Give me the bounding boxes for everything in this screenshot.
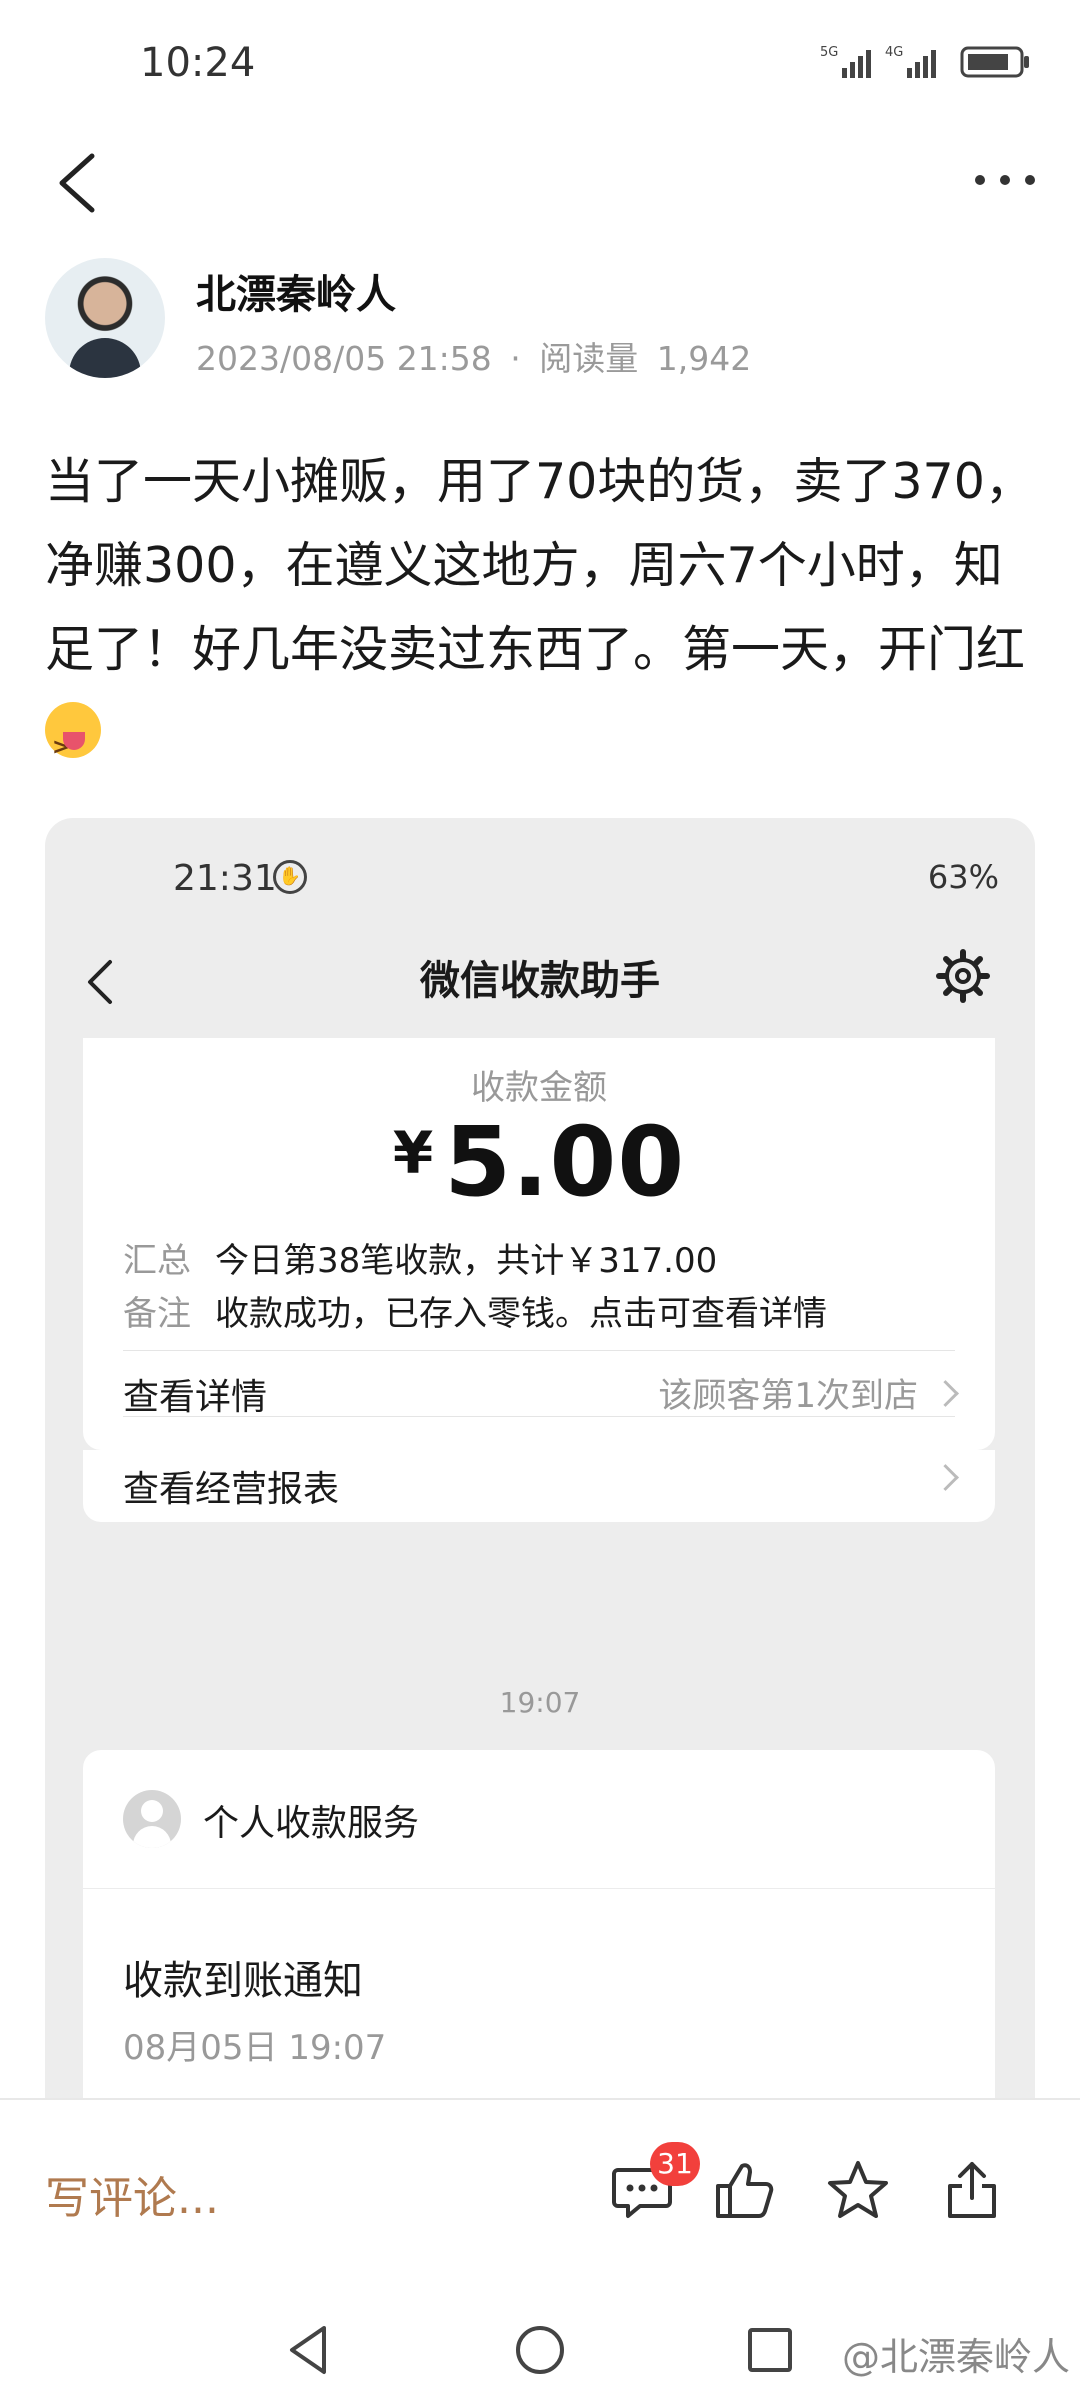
status-time: 10:24 [140,40,256,86]
amount-label: 收款金额 [471,1068,607,1108]
nav-recents-icon[interactable] [740,2320,800,2380]
screenshot-status-time: 21:31 [173,858,277,899]
author-name[interactable]: 北漂秦岭人 [196,262,396,320]
gear-icon [936,949,990,1003]
summary-key: 汇总 [123,1241,191,1281]
chevron-right-icon [932,1464,959,1491]
divider [83,1888,995,1889]
reads-label: 阅读量 [539,339,639,378]
post-image[interactable]: 21:31 ✋ 63% 微信收款助手 收款金额 ¥5.00 汇总 今日第38笔收款… [45,818,1035,2098]
share-icon[interactable] [940,2158,1004,2222]
comment-count-badge: 31 [650,2142,700,2186]
star-icon[interactable] [826,2158,890,2222]
action-bar: 写评论... 31 [0,2098,1080,2300]
amount-number: 5.00 [444,1106,686,1218]
comment-input[interactable]: 写评论... [45,2162,219,2226]
divider [123,1350,955,1351]
hand-icon: ✋ [273,860,307,894]
system-nav-bar: @北漂秦岭人 [0,2298,1080,2400]
meta-separator: · [510,339,521,378]
signal-5g-icon: 5G [820,45,871,78]
summary-row: 汇总 今日第38笔收款，共计￥317.00 [123,1233,717,1282]
screenshot-title: 微信收款助手 [420,958,660,1004]
divider [123,1416,955,1417]
note-row: 备注 收款成功，已存入零钱。点击可查看详情 [123,1286,827,1335]
back-icon[interactable] [50,148,110,218]
nav-home-icon[interactable] [510,2320,570,2380]
payment-card: 收款金额 ¥5.00 汇总 今日第38笔收款，共计￥317.00 备注 收款成功，已… [83,1038,995,1450]
author-avatar[interactable] [45,258,165,378]
post-text: 当了一天小摊贩，用了70块的货，卖了370，净赚300，在遵义这地方，周六7个小… [45,453,1034,678]
nav-back-icon[interactable] [280,2320,340,2380]
notice-date: 08月05日 19:07 [123,2028,387,2068]
user-avatar-icon [123,1790,181,1848]
battery-icon [960,46,1029,78]
post-datetime: 2023/08/05 21:58 [196,339,492,378]
note-value: 收款成功，已存入零钱。点击可查看详情 [215,1294,827,1334]
post-body: 当了一天小摊贩，用了70块的货，卖了370，净赚300，在遵义这地方，周六7个小… [45,440,1035,874]
reads-count: 1,942 [656,339,752,378]
status-bar: 10:24 5G 4G [0,0,1080,130]
chevron-right-icon [932,1380,959,1407]
squinting-tongue-emoji-icon [45,702,101,874]
svg-text:4G: 4G [885,45,903,60]
report-row-card: 查看经营报表 [83,1450,995,1522]
details-value: 该顾客第1次到店 [658,1368,959,1417]
notice-title: 收款到账通知 [123,1958,363,2004]
report-label: 查看经营报表 [123,1469,340,1510]
details-label: 查看详情 [123,1377,268,1418]
summary-value: 今日第38笔收款，共计￥317.00 [215,1241,718,1281]
report-link: 查看经营报表 [123,1460,959,1530]
currency-symbol: ¥ [392,1119,435,1187]
notice-card: 个人收款服务 收款到账通知 08月05日 19:07 [83,1750,995,2098]
svg-text:5G: 5G [820,45,838,60]
post-meta: 2023/08/05 21:58 · 阅读量 1,942 [196,332,759,380]
watermark: @北漂秦岭人 [841,2335,1070,2379]
note-key: 备注 [123,1294,191,1334]
screenshot-battery-percent: 63% [927,858,999,896]
details-link: 查看详情 该顾客第1次到店 [123,1368,959,1438]
signal-4g-icon: 4G [885,45,936,78]
more-icon[interactable] [970,160,1040,200]
amount-value: ¥5.00 [83,1106,995,1218]
service-name: 个人收款服务 [203,1803,420,1844]
thumbs-up-icon[interactable] [712,2158,776,2222]
chat-timestamp: 19:07 [499,1686,581,1719]
